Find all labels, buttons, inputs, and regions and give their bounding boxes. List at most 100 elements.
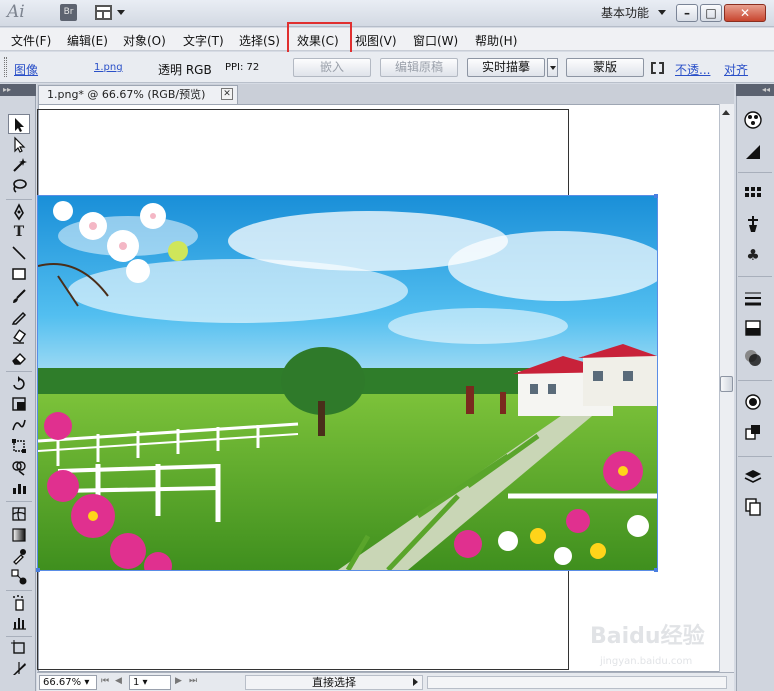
image-type-link[interactable]: 图像 — [14, 61, 38, 78]
embed-button[interactable]: 嵌入 — [293, 58, 371, 77]
transparency-panel-icon[interactable] — [741, 348, 765, 370]
tools-separator — [6, 501, 32, 502]
resize-handle[interactable] — [654, 568, 658, 572]
minimize-icon: – — [684, 6, 690, 20]
image-bounding-box[interactable] — [37, 195, 658, 571]
brushes-panel-icon[interactable] — [741, 214, 765, 236]
pen-tool-icon[interactable] — [8, 202, 30, 222]
control-bar-grip[interactable] — [4, 57, 7, 77]
menu-bar: 文件(F) 编辑(E) 对象(O) 文字(T) 选择(S) 效果(C) 视图(V… — [0, 28, 774, 51]
vertical-scroll-thumb[interactable] — [720, 376, 733, 392]
bridge-button[interactable]: Br — [60, 4, 77, 21]
gradient-panel-icon[interactable] — [741, 318, 765, 340]
eyedropper-tool-icon[interactable] — [8, 546, 30, 566]
stroke-panel-icon[interactable] — [741, 288, 765, 310]
mesh-tool-icon[interactable] — [8, 504, 30, 524]
magic-wand-tool-icon[interactable] — [8, 155, 30, 175]
document-tab[interactable]: 1.png* @ 66.67% (RGB/预览) — [38, 85, 238, 104]
tools-separator — [6, 199, 32, 200]
type-tool-icon[interactable]: T — [8, 222, 30, 242]
graphic-styles-panel-icon[interactable] — [741, 422, 765, 444]
workspace-switcher[interactable]: 基本功能 — [601, 4, 649, 21]
file-name-link[interactable]: 1.png — [94, 62, 123, 73]
lasso-tool-icon[interactable] — [8, 176, 30, 196]
gradient-tool-icon[interactable] — [8, 525, 30, 545]
color-panel-icon[interactable] — [741, 110, 765, 132]
shape-builder-tool-icon[interactable] — [8, 457, 30, 477]
appearance-panel-icon[interactable] — [741, 392, 765, 414]
column-graph-tool-icon[interactable] — [8, 613, 30, 633]
panel-separator — [738, 172, 772, 173]
align-link[interactable]: 对齐 — [724, 61, 748, 78]
minimize-button[interactable]: – — [676, 4, 698, 22]
zoom-level-field[interactable]: 66.67% ▾ — [39, 675, 97, 690]
opacity-link[interactable]: 不透... — [675, 61, 710, 78]
resize-handle[interactable] — [654, 194, 658, 198]
color-mode-label: 透明 RGB — [158, 63, 212, 77]
swatches-panel-icon[interactable] — [741, 184, 765, 206]
pencil-tool-icon[interactable] — [8, 307, 30, 327]
tools-separator — [6, 636, 32, 637]
blob-brush-tool-icon[interactable] — [8, 327, 30, 347]
last-artboard-icon[interactable]: ⏭ — [189, 676, 197, 686]
rotate-tool-icon[interactable] — [8, 374, 30, 394]
symbols-panel-icon[interactable]: ♣ — [741, 244, 765, 266]
artboard-tool-icon[interactable] — [8, 638, 30, 658]
blend-tool-icon[interactable] — [8, 567, 30, 587]
line-segment-tool-icon[interactable] — [8, 243, 30, 263]
paintbrush-tool-icon[interactable] — [8, 286, 30, 306]
menu-edit[interactable]: 编辑(E) — [67, 32, 108, 49]
arrange-grid-icon — [95, 5, 112, 20]
document-tab-close-icon[interactable]: ✕ — [221, 88, 233, 100]
menu-select[interactable]: 选择(S) — [239, 32, 280, 49]
panel-separator — [738, 456, 772, 457]
crop-image-icon[interactable] — [651, 62, 664, 74]
workspace-chevron-down-icon[interactable] — [658, 10, 666, 15]
horizontal-scrollbar[interactable] — [427, 676, 727, 689]
resize-handle[interactable] — [36, 568, 40, 572]
maximize-button[interactable]: □ — [700, 4, 722, 22]
close-window-button[interactable]: ✕ — [724, 4, 766, 22]
tools-separator — [6, 590, 32, 591]
watermark-url: jingyan.baidu.com — [600, 656, 693, 667]
next-artboard-icon[interactable]: ▶ — [175, 676, 182, 686]
live-trace-button[interactable]: 实时描摹 — [467, 58, 545, 77]
status-menu-arrow-icon[interactable] — [413, 678, 418, 686]
panels-dock-collapse-icon[interactable]: ◂◂ — [736, 84, 774, 96]
ppi-label: PPI: 72 — [225, 62, 260, 73]
first-artboard-icon[interactable]: ⏮ — [101, 676, 109, 686]
selection-tool-icon[interactable] — [8, 114, 30, 134]
panel-separator — [738, 380, 772, 381]
current-tool-status[interactable]: 直接选择 — [245, 675, 423, 690]
eraser-tool-icon[interactable] — [8, 348, 30, 368]
free-transform-tool-icon[interactable] — [8, 436, 30, 456]
menu-type[interactable]: 文字(T) — [183, 32, 224, 49]
scale-tool-icon[interactable] — [8, 394, 30, 414]
arrange-documents-button[interactable] — [95, 4, 127, 22]
zoom-level-value: 66.67% — [43, 677, 82, 688]
symbol-sprayer-tool-icon[interactable] — [8, 593, 30, 613]
menu-view[interactable]: 视图(V) — [355, 32, 397, 49]
menu-object[interactable]: 对象(O) — [123, 32, 166, 49]
tools-panel-collapse-icon[interactable]: ▸▸ — [0, 84, 36, 96]
color-guide-panel-icon[interactable] — [741, 142, 765, 164]
menu-file[interactable]: 文件(F) — [11, 32, 51, 49]
edit-original-button[interactable]: 编辑原稿 — [380, 58, 458, 77]
menu-window[interactable]: 窗口(W) — [413, 32, 458, 49]
artboards-panel-icon[interactable] — [741, 497, 765, 519]
mask-button[interactable]: 蒙版 — [566, 58, 644, 77]
artboard-number-field[interactable]: 1 ▾ — [129, 675, 171, 690]
graph-tool-icon[interactable] — [8, 478, 30, 498]
menu-help[interactable]: 帮助(H) — [475, 32, 517, 49]
maximize-icon: □ — [705, 6, 717, 20]
live-trace-options-dropdown[interactable] — [547, 58, 558, 77]
chevron-down-icon — [117, 10, 125, 15]
scroll-up-arrow-icon[interactable] — [722, 110, 730, 115]
slice-tool-icon[interactable] — [8, 658, 30, 678]
current-tool-label: 直接选择 — [312, 676, 356, 689]
warp-tool-icon[interactable] — [8, 415, 30, 435]
layers-panel-icon[interactable] — [741, 467, 765, 489]
previous-artboard-icon[interactable]: ◀ — [115, 676, 122, 686]
direct-selection-tool-icon[interactable] — [8, 135, 30, 155]
rectangle-tool-icon[interactable] — [8, 264, 30, 284]
